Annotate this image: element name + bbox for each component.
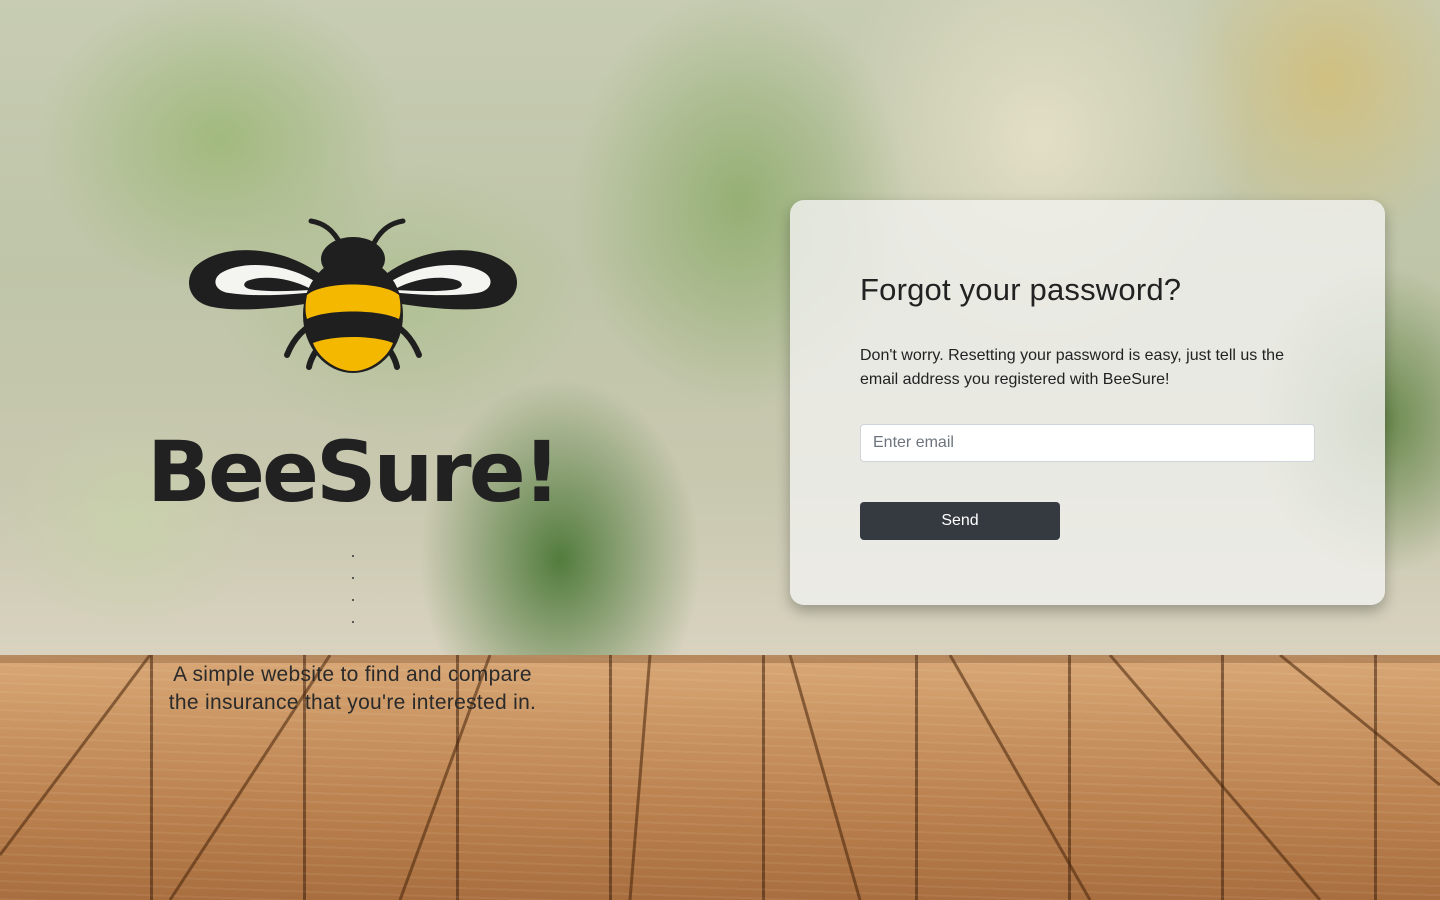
brand-name: BeeSure! — [147, 423, 561, 521]
bee-icon — [188, 218, 517, 373]
dot — [351, 621, 354, 623]
tagline: A simple website to find and compare the… — [140, 661, 565, 717]
card-title: Forgot your password? — [860, 272, 1182, 307]
page: BeeSure! A simple website to find and co… — [0, 0, 1440, 900]
send-button[interactable]: Send — [860, 502, 1060, 540]
dot — [351, 577, 354, 579]
tagline-line-2: the insurance that you're interested in. — [168, 691, 537, 714]
dot — [351, 599, 354, 601]
card-description: Don't worry. Resetting your password is … — [860, 347, 1284, 388]
tagline-line-1: A simple website to find and compare — [173, 663, 532, 686]
forgot-password-card: Forgot your password? Don't worry. Reset… — [790, 200, 1385, 605]
decorative-dots — [140, 555, 565, 623]
brand-section: BeeSure! A simple website to find and co… — [140, 215, 565, 717]
dot — [351, 555, 354, 557]
email-input[interactable] — [860, 424, 1315, 462]
